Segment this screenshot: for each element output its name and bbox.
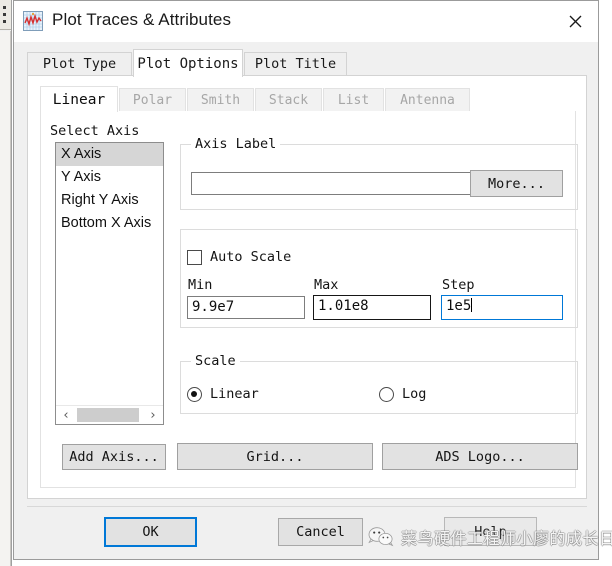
- scrollbar-thumb[interactable]: [77, 408, 139, 422]
- min-input[interactable]: 9.9e7: [187, 296, 305, 319]
- auto-scale-checkbox[interactable]: [187, 250, 202, 265]
- step-input[interactable]: 1e5: [441, 295, 563, 320]
- chevron-left-icon[interactable]: ‹: [57, 406, 75, 424]
- select-axis-label: Select Axis: [50, 123, 139, 139]
- inner-tab-strip: Linear Polar Smith Stack List Antenna: [40, 86, 576, 112]
- max-input[interactable]: 1.01e8: [313, 295, 431, 320]
- radio-linear-icon[interactable]: [187, 387, 202, 402]
- ok-button[interactable]: OK: [104, 517, 197, 547]
- chevron-right-icon[interactable]: ›: [144, 406, 162, 424]
- dialog-titlebar: Plot Traces & Attributes: [14, 1, 598, 42]
- footer-divider: [27, 506, 587, 507]
- background-toolbar-dot: [3, 6, 6, 9]
- axis-listbox[interactable]: X Axis Y Axis Right Y Axis Bottom X Axis…: [55, 142, 164, 425]
- step-label: Step: [442, 277, 475, 293]
- axis-label-group-title: Axis Label: [191, 136, 280, 152]
- scale-option-log-label: Log: [402, 386, 426, 402]
- ads-logo-button[interactable]: ADS Logo...: [382, 443, 578, 470]
- grid-button[interactable]: Grid...: [177, 443, 373, 470]
- tab-plot-type[interactable]: Plot Type: [27, 52, 132, 76]
- tab-list[interactable]: List: [323, 88, 384, 112]
- tab-linear[interactable]: Linear: [40, 86, 118, 112]
- scale-option-linear-label: Linear: [210, 386, 259, 402]
- background-window-sliver: [0, 0, 12, 566]
- background-window-toolbar: [0, 0, 11, 30]
- cancel-button[interactable]: Cancel: [278, 518, 363, 546]
- background-toolbar-dot: [3, 20, 6, 23]
- add-axis-button[interactable]: Add Axis...: [62, 444, 166, 470]
- step-input-value: 1e5: [446, 298, 471, 314]
- more-button[interactable]: More...: [470, 170, 563, 197]
- plot-traces-attributes-dialog: Plot Traces & Attributes Plot Type Plot …: [13, 0, 599, 560]
- list-item[interactable]: X Axis: [56, 143, 163, 166]
- tab-stack[interactable]: Stack: [255, 88, 322, 112]
- plot-waveform-icon: [23, 11, 43, 31]
- list-item[interactable]: Bottom X Axis: [56, 212, 163, 235]
- tab-antenna[interactable]: Antenna: [385, 88, 470, 112]
- tab-plot-options[interactable]: Plot Options: [133, 49, 243, 77]
- tab-plot-title[interactable]: Plot Title: [244, 52, 347, 76]
- background-toolbar-dot: [3, 13, 6, 16]
- max-label: Max: [314, 277, 338, 293]
- text-caret: [471, 298, 472, 312]
- help-button[interactable]: Help: [444, 517, 537, 546]
- scale-option-log[interactable]: Log: [379, 386, 426, 402]
- tab-smith[interactable]: Smith: [187, 88, 254, 112]
- list-item[interactable]: Y Axis: [56, 166, 163, 189]
- scale-option-linear[interactable]: Linear: [187, 386, 259, 402]
- list-item[interactable]: Right Y Axis: [56, 189, 163, 212]
- axis-label-input[interactable]: [191, 172, 471, 195]
- dialog-title: Plot Traces & Attributes: [52, 10, 231, 30]
- horizontal-scrollbar[interactable]: ‹ ›: [56, 405, 163, 424]
- min-label: Min: [188, 277, 212, 293]
- auto-scale-label: Auto Scale: [210, 249, 291, 265]
- tab-polar[interactable]: Polar: [119, 88, 186, 112]
- radio-log-icon[interactable]: [379, 387, 394, 402]
- close-icon[interactable]: [552, 1, 598, 41]
- outer-tab-strip: Plot Type Plot Options Plot Title: [27, 49, 587, 76]
- scale-group-title: Scale: [191, 353, 240, 369]
- auto-scale-checkbox-row[interactable]: Auto Scale: [187, 249, 291, 265]
- background-window-body: [0, 31, 11, 566]
